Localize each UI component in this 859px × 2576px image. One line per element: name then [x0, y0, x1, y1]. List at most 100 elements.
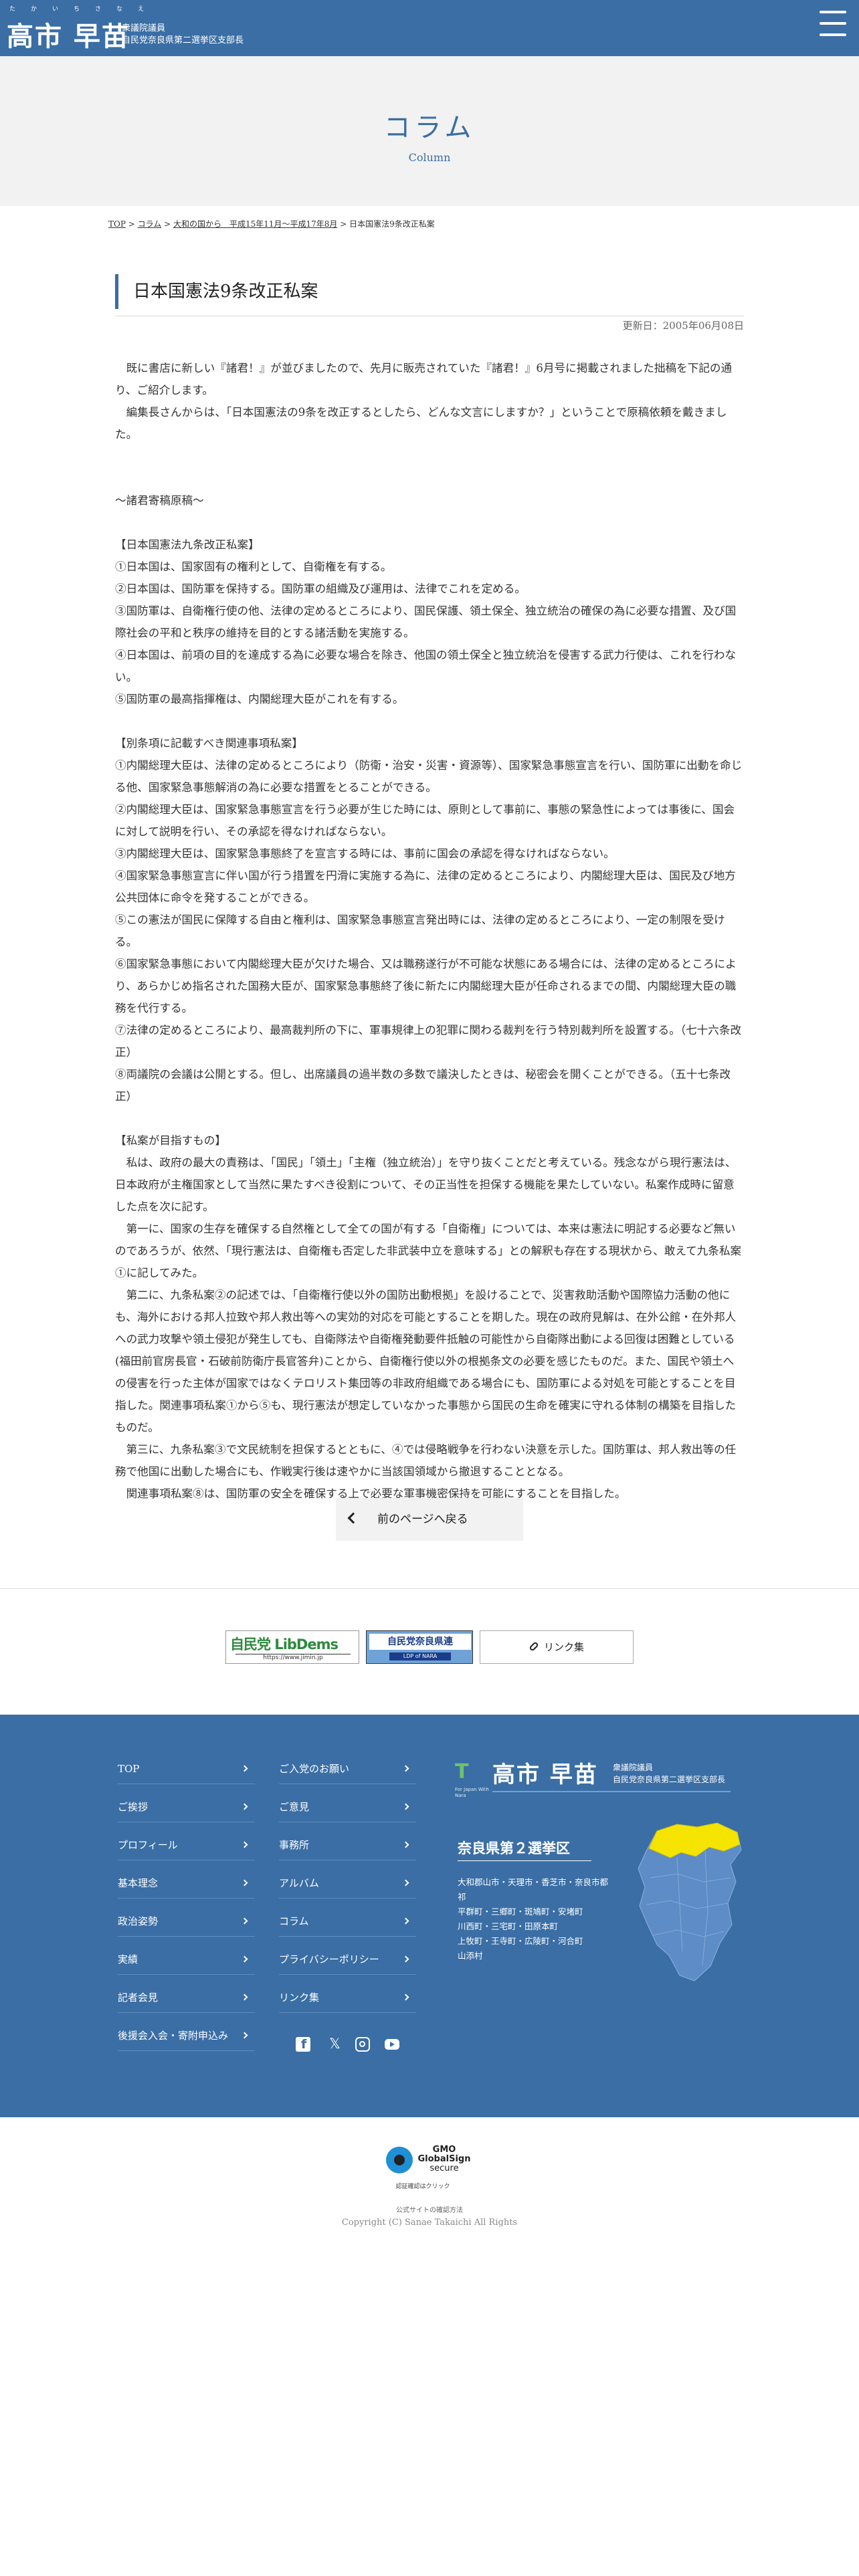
footer-nav-item[interactable]: プライバシーポリシー: [279, 1944, 416, 1975]
logo-name: 高市 早苗: [7, 21, 130, 52]
chevron-right-icon: [402, 1765, 409, 1772]
hamburger-icon[interactable]: [816, 5, 850, 41]
footer-nav-label: プライバシーポリシー: [279, 1953, 379, 1965]
district-line: 山添村: [458, 1951, 483, 1961]
chevron-left-icon: [347, 1512, 359, 1524]
footer-nav-label: コラム: [279, 1915, 309, 1927]
chevron-right-icon: [241, 2032, 248, 2039]
jimin-banner[interactable]: 自民党 LibDems https://www.jimin.jp: [225, 1630, 359, 1664]
related-item: ②内閣総理大臣は、国家緊急事態宣言を行う必要が生じた時には、原則として事前に、事…: [115, 803, 735, 838]
related-item: ①内閣総理大臣は、法律の定めるところにより（防衛・治安・災害・資源等）、国家緊急…: [115, 759, 743, 794]
district-line: 川西町・三宅町・田原本町: [458, 1921, 559, 1931]
chevron-right-icon: [241, 1879, 248, 1887]
related-heading: 【別条項に記載すべき関連事項私案】: [115, 737, 303, 750]
aim-paragraph: 第三に、九条私案③で文民統制を担保するとともに、④では侵略戦争を行わない決意を示…: [115, 1443, 737, 1478]
jimin-url: https://www.jimin.jp: [235, 1654, 351, 1662]
official-site-note[interactable]: 公式サイトの確認方法: [0, 2204, 859, 2214]
footer-nav-item[interactable]: 基本理念: [118, 1868, 255, 1899]
footer-nav-item[interactable]: ご入党のお願い: [279, 1753, 416, 1784]
breadcrumb-separator: >: [161, 219, 173, 229]
facebook-icon[interactable]: f: [296, 2037, 310, 2052]
amendment-item: ②日本国は、国防軍を保持する。国防軍の組織及び運用は、法律でこれを定める。: [115, 582, 526, 595]
related-item: ④国家緊急事態宣言に伴い国が行う措置を円滑に実施する為に、法律の定めるところによ…: [115, 869, 736, 904]
footer-logo-mark: T: [455, 1760, 469, 1784]
gmo-line: secure: [430, 2163, 459, 2173]
chevron-right-icon: [241, 1765, 248, 1772]
footer-nav-item[interactable]: 事務所: [279, 1830, 416, 1860]
footer-nav-item[interactable]: TOP: [118, 1753, 255, 1784]
nara-ldp-text: 自民党奈良県連: [369, 1634, 471, 1650]
breadcrumb: TOP > コラム > 大和の国から 平成15年11月～平成17年8月 > 日本…: [108, 218, 764, 229]
aim-paragraph: 私は、政府の最大の責務は、「国民」「領土」「主権（独立統治）」を守り抜くことだと…: [115, 1156, 737, 1213]
contribution-heading: ～諸君寄稿原稿～: [115, 494, 204, 507]
related-item: ⑧両議院の会議は公開とする。但し、出席議員の過半数の多数で議決したときは、秘密会…: [115, 1068, 731, 1103]
footer-logo-subtitle: 衆議院議員 自民党奈良県第二選挙区支部長: [613, 1761, 740, 1786]
footer-nav-item[interactable]: アルバム: [279, 1868, 416, 1899]
links-label: リンク集: [543, 1641, 584, 1653]
gmo-line: GMO: [432, 2145, 456, 2155]
page-bottom-space: [0, 2242, 859, 2576]
footer-logo-name: 高市 早苗: [492, 1761, 598, 1788]
amendment-heading: 【日本国憲法九条改正私案】: [115, 538, 260, 551]
breadcrumb-top[interactable]: TOP: [108, 219, 126, 229]
footer-nav-item[interactable]: 政治姿勢: [118, 1906, 255, 1937]
related-item: ⑥国家緊急事態において内閣総理大臣が欠けた場合、又は職務遂行が不可能な状態にある…: [115, 958, 737, 1014]
aim-paragraph: 第二に、九条私案②の記述では、「自衛権行使以外の国防出動根拠」を設けることで、災…: [115, 1289, 737, 1434]
site-header: たかいちさなえ 高市 早苗 衆議院議員 自民党奈良県第二選挙区支部長: [0, 0, 859, 56]
footer-nav-item[interactable]: プロフィール: [118, 1830, 255, 1860]
intro-paragraph: 編集長さんからは、「日本国憲法の9条を改正するとしたら、どんな文言にしますか？」…: [115, 406, 727, 441]
breadcrumb-separator: >: [337, 219, 350, 229]
footer-logo-tagline: For Japan With Nara: [455, 1787, 489, 1798]
youtube-icon[interactable]: [385, 2039, 399, 2050]
logo-sub-title: 衆議院議員: [122, 23, 166, 33]
globalsign-badge: 認証確認はクリック: [395, 2183, 450, 2190]
x-icon[interactable]: 𝕏: [326, 2036, 341, 2052]
footer-nav-label: ご挨拶: [118, 1801, 149, 1813]
globalsign-seal[interactable]: GMO GlobalSign secure 認証確認はクリック: [386, 2145, 473, 2192]
breadcrumb-separator: >: [125, 219, 138, 229]
nara-ldp-banner[interactable]: 自民党奈良県連 LDP of NARA: [366, 1630, 473, 1664]
article-body: 既に書店に新しい『諸君！』が並びましたので、先月に販売されていた『諸君！』6月号…: [115, 357, 744, 1505]
footer-nav-item[interactable]: 実績: [118, 1944, 255, 1975]
footer-logo[interactable]: T For Japan With Nara 高市 早苗 衆議院議員 自民党奈良県…: [455, 1756, 736, 1810]
breadcrumb-column[interactable]: コラム: [138, 219, 162, 229]
footer-nav-item[interactable]: ご挨拶: [118, 1792, 255, 1822]
footer-logo-sub-branch: 自民党奈良県第二選挙区支部長: [613, 1775, 726, 1784]
footer-nav-item[interactable]: ご意見: [279, 1792, 416, 1822]
footer-nav-item[interactable]: 記者会見: [118, 1982, 255, 2013]
aim-paragraph: 第一に、国家の生存を確保する自然権として全ての国が有する「自衛権」については、本…: [115, 1222, 742, 1279]
link-icon: [529, 1640, 539, 1652]
amendment-item: ⑤国防軍の最高指揮権は、内閣総理大臣がこれを有する。: [115, 693, 404, 706]
section-divider: [0, 1588, 859, 1589]
page-hero: コラム Column: [0, 56, 859, 206]
logo-ruby: たかいちさなえ: [9, 6, 160, 13]
chevron-right-icon: [402, 1994, 409, 2001]
instagram-icon[interactable]: [355, 2037, 370, 2052]
district-line: 平群町・三郷町・斑鳩町・安堵町: [458, 1907, 583, 1917]
related-item: ⑤この憲法が国民に保障する自由と権利は、国家緊急事態宣言発出時には、法律の定める…: [115, 914, 725, 948]
breadcrumb-category[interactable]: 大和の国から 平成15年11月～平成17年8月: [173, 219, 337, 229]
gmo-line: GlobalSign: [417, 2154, 471, 2164]
footer-nav-label: 事務所: [279, 1839, 310, 1851]
article-title: 日本国憲法9条改正私案: [115, 274, 744, 309]
district-municipalities: 大和郡山市・天理市・香芝市・奈良市都祁 平群町・三郷町・斑鳩町・安堵町 川西町・…: [458, 1875, 611, 1963]
globalsign-icon: [386, 2147, 413, 2173]
intro-paragraph: 既に書店に新しい『諸君！』が並びましたので、先月に販売されていた『諸君！』6月号…: [115, 362, 733, 397]
footer-nav-item[interactable]: リンク集: [279, 1982, 416, 2013]
footer-nav-item[interactable]: コラム: [279, 1906, 416, 1937]
footer-nav-item[interactable]: 後援会入会・寄附申込み: [118, 2020, 255, 2051]
chevron-right-icon: [241, 1917, 248, 1925]
footer-nav-label: 実績: [118, 1953, 138, 1965]
amendment-item: ④日本国は、前項の目的を達成する為に必要な場合を除き、他国の領土保全と独立統治を…: [115, 649, 737, 683]
chevron-right-icon: [241, 1955, 248, 1963]
links-button[interactable]: リンク集: [480, 1630, 634, 1664]
footer-nav-label: プロフィール: [118, 1839, 178, 1851]
nara-map: [638, 1822, 742, 1981]
chevron-right-icon: [241, 1803, 248, 1810]
back-button[interactable]: 前のページへ戻る: [336, 1498, 523, 1541]
footer-nav-label: 政治姿勢: [118, 1915, 159, 1927]
footer-nav-label: ご意見: [279, 1801, 310, 1813]
back-button-label: 前のページへ戻る: [377, 1513, 468, 1526]
footer-nav-label: リンク集: [279, 1992, 320, 2004]
footer-nav-label: ご入党のお願い: [279, 1763, 350, 1775]
